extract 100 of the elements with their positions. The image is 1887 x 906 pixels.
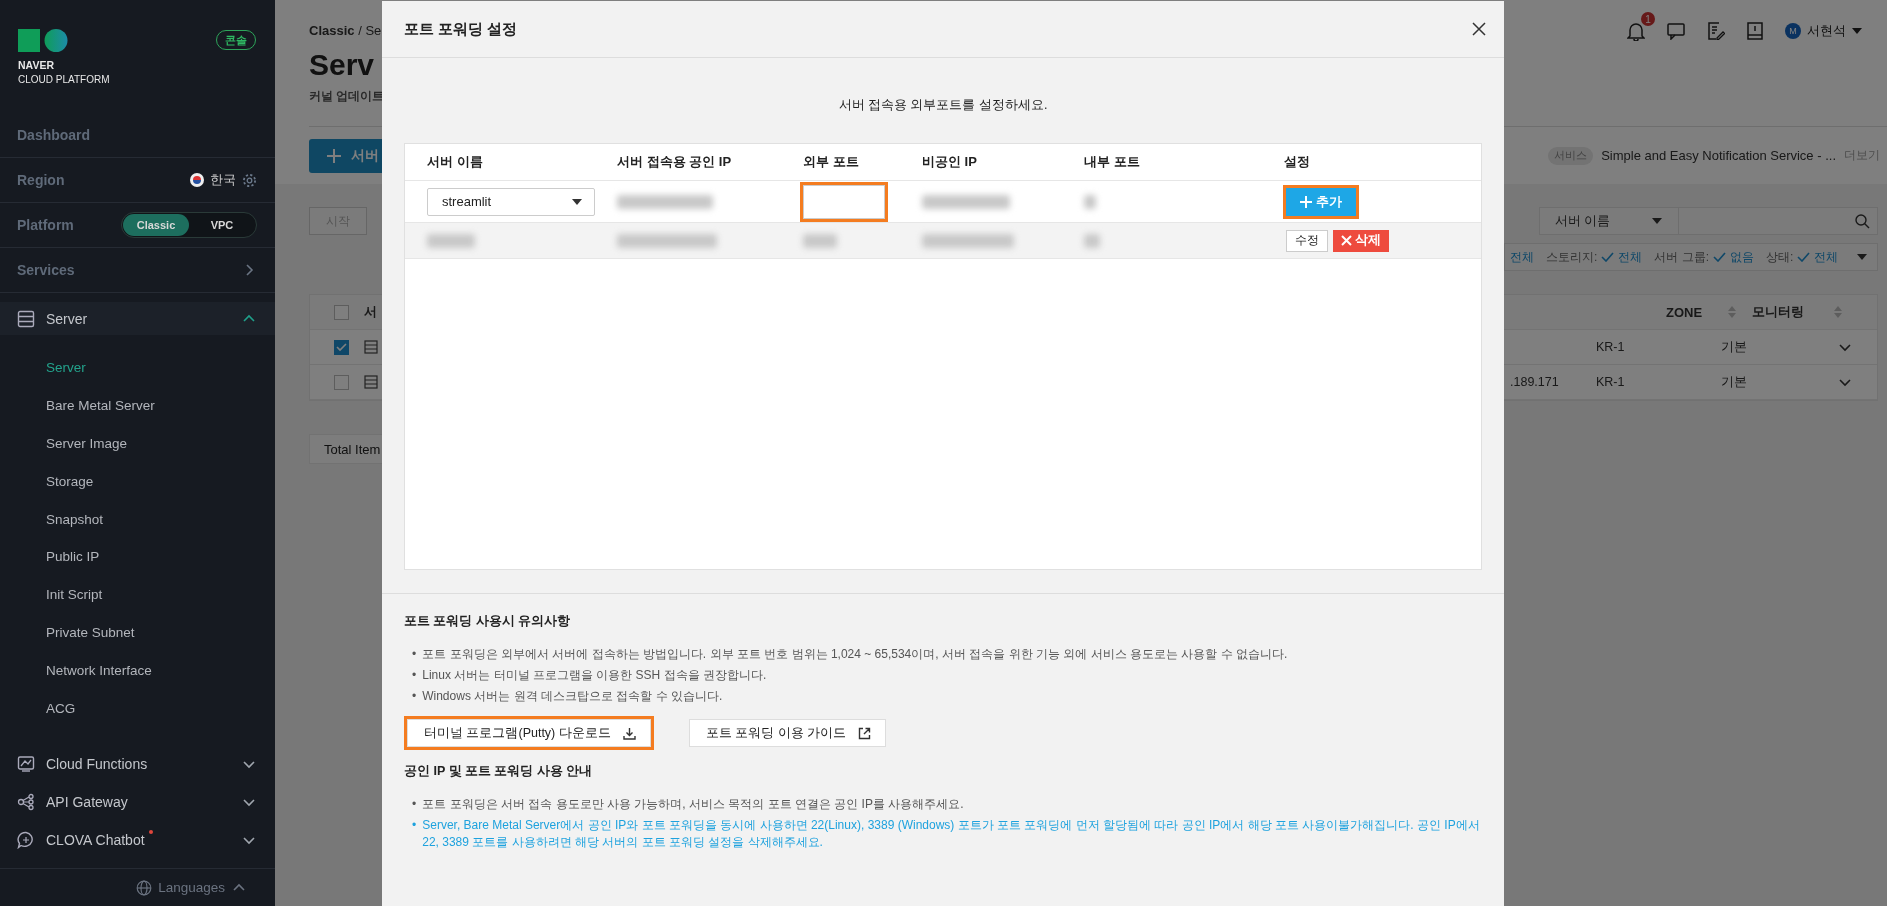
menu-item[interactable]: Storage [0, 462, 275, 501]
edit-button[interactable]: 수정 [1286, 229, 1328, 252]
menu-group[interactable]: Cloud Functions [46, 755, 148, 772]
bell-icon[interactable] [1627, 21, 1645, 41]
column-header: 내부 포트 [1084, 153, 1140, 171]
menu-item[interactable]: Server [0, 349, 275, 387]
chat-icon[interactable] [1667, 22, 1685, 40]
logo-icon [18, 29, 69, 52]
column-header: 서버 이름 [427, 153, 483, 171]
menu-item[interactable]: Private Subnet [0, 613, 275, 652]
caret-icon [1852, 28, 1862, 34]
server-icon [364, 340, 378, 354]
ip-cell: .189.171 [1510, 375, 1559, 389]
breadcrumb: Classic / Se [309, 23, 383, 38]
close-icon [1341, 235, 1352, 246]
section-title: 포트 포워딩 사용시 유의사항 [404, 613, 572, 630]
dialog-title: 포트 포워딩 설정 [404, 19, 518, 39]
column-header: 외부 포트 [803, 153, 859, 171]
server-icon [364, 375, 378, 389]
caret-icon [1857, 254, 1867, 260]
menu-item[interactable]: Network Interface [0, 651, 275, 690]
notification-badge: 1 [1641, 12, 1655, 26]
page-title: Serv [309, 48, 376, 82]
column-header[interactable]: 모니터링 [1752, 303, 1804, 321]
menu-group[interactable]: Server [46, 310, 88, 327]
check-icon [1713, 252, 1726, 262]
note-item: Server, Bare Metal Server에서 공인 IP와 포트 포워딩을 동시에 사용하면 22(Linux), 3389 (Windows) 포트가 포트 포워딩에 먼저 할당됨에 따라 공인 IP에서 해당 포트 사용이불가해집니다. 공인 IP에서 22, 3389 포트를 사용하려면 해당 서버의 포트 포워딩 설정을 삭제해주세요. [422, 817, 1481, 851]
server-select[interactable]: streamlit [427, 187, 595, 216]
user-avatar: M [1785, 23, 1801, 39]
menu-group[interactable]: API Gateway [46, 793, 128, 810]
port-input[interactable] [803, 184, 885, 219]
guide-button[interactable]: 포트 포워딩 이용 가이드 [688, 719, 887, 747]
menu-item[interactable]: Bare Metal Server [0, 386, 275, 425]
check-icon [1797, 252, 1811, 262]
column-header: 비공인 IP [922, 153, 977, 171]
plus-icon [327, 148, 341, 163]
note-item: 포트 포워딩은 서버 접속 용도로만 사용 가능하며, 서비스 목적의 포트 연결은 공인 IP를 사용해주세요. [422, 796, 964, 813]
chat-bubble-icon [17, 830, 35, 849]
globe-icon [136, 879, 153, 896]
search-icon[interactable] [1855, 213, 1870, 229]
user-name: 서현석 [1807, 22, 1846, 40]
languages-link[interactable]: Languages [158, 880, 225, 895]
zone-cell: KR-1 [1596, 340, 1625, 354]
note-item: Windows 서버는 원격 데스크탑으로 접속할 수 있습니다. [422, 688, 723, 705]
column-header: 서버 접속용 공인 IP [617, 153, 732, 171]
download-button[interactable]: 터미널 프로그램(Putty) 다운로드 [407, 719, 651, 747]
close-button[interactable] [1472, 22, 1486, 36]
monitoring-cell: 기본 [1721, 373, 1747, 391]
row-checkbox[interactable] [334, 339, 349, 355]
bullet: • [412, 646, 417, 663]
flag-icon [190, 173, 204, 187]
menu-group[interactable]: CLOVA Chatbot [46, 831, 145, 848]
menu-item[interactable]: ACG [0, 689, 275, 727]
delete-button[interactable]: 삭제 [1333, 229, 1389, 252]
settings-icon[interactable] [242, 172, 257, 188]
nodes-icon [17, 792, 35, 811]
filter-label: 스토리지: [1546, 248, 1598, 266]
page-subtitle: 커널 업데이트 [309, 88, 385, 105]
select-all-checkbox[interactable] [334, 304, 349, 320]
logo-text: NAVER [18, 59, 55, 71]
menu-item[interactable]: Snapshot [0, 500, 275, 538]
caret-icon [572, 198, 582, 205]
search-type-select[interactable]: 서버 이름 [1539, 207, 1679, 235]
new-dot [148, 829, 153, 834]
column-header[interactable]: ZONE [1666, 304, 1703, 320]
bullet: • [412, 817, 417, 834]
download-icon [622, 726, 636, 740]
row-checkbox[interactable] [334, 374, 349, 390]
region-value[interactable]: 한국 [210, 171, 236, 189]
menu-item[interactable]: Public IP [0, 538, 275, 576]
menu-item[interactable]: Init Script [0, 575, 275, 614]
blurred-text [1084, 194, 1096, 209]
book-icon[interactable] [1747, 22, 1763, 40]
platform-option[interactable]: Classic [123, 214, 189, 236]
note-item: 포트 포워딩은 외부에서 서버에 접속하는 방법입니다. 외부 포트 번호 범위는 1,024 ~ 65,534이며, 서버 접속을 위한 기능 외에 서비스 용도로는 사용할 수 없습니다. [422, 646, 1288, 663]
blurred-text [803, 233, 837, 248]
note-item: Linux 서버는 터미널 프로그램을 이용한 SSH 접속을 권장합니다. [422, 667, 767, 684]
blurred-text [427, 233, 475, 248]
platform-option[interactable]: VPC [189, 214, 255, 236]
note-edit-icon[interactable] [1707, 22, 1725, 40]
logo-text: CLOUD PLATFORM [18, 74, 110, 85]
external-link-icon [858, 726, 872, 740]
monitoring-cell: 기본 [1721, 338, 1747, 356]
column-header[interactable]: 서 [364, 303, 377, 321]
search-field[interactable] [1679, 207, 1878, 235]
platform-label: Platform [17, 217, 74, 233]
filter-label: 서버 그룹: [1654, 248, 1709, 266]
region-label: Region [17, 172, 65, 188]
service-notice: Simple and Easy Notification Service - ... [1601, 148, 1836, 163]
user-menu[interactable]: M 서현석 [1785, 22, 1862, 40]
plus-icon [1300, 195, 1312, 208]
caret-icon [1652, 218, 1662, 224]
menu-item[interactable]: Server Image [0, 424, 275, 463]
column-header: 설정 [1284, 153, 1310, 171]
bullet: • [412, 796, 417, 813]
blurred-text [1084, 233, 1100, 248]
server-icon [17, 309, 35, 328]
filter-label: 상태: [1766, 248, 1794, 266]
check-icon [1601, 252, 1615, 262]
instruction-text: 서버 접속용 외부포트를 설정하세요. [838, 97, 1048, 114]
